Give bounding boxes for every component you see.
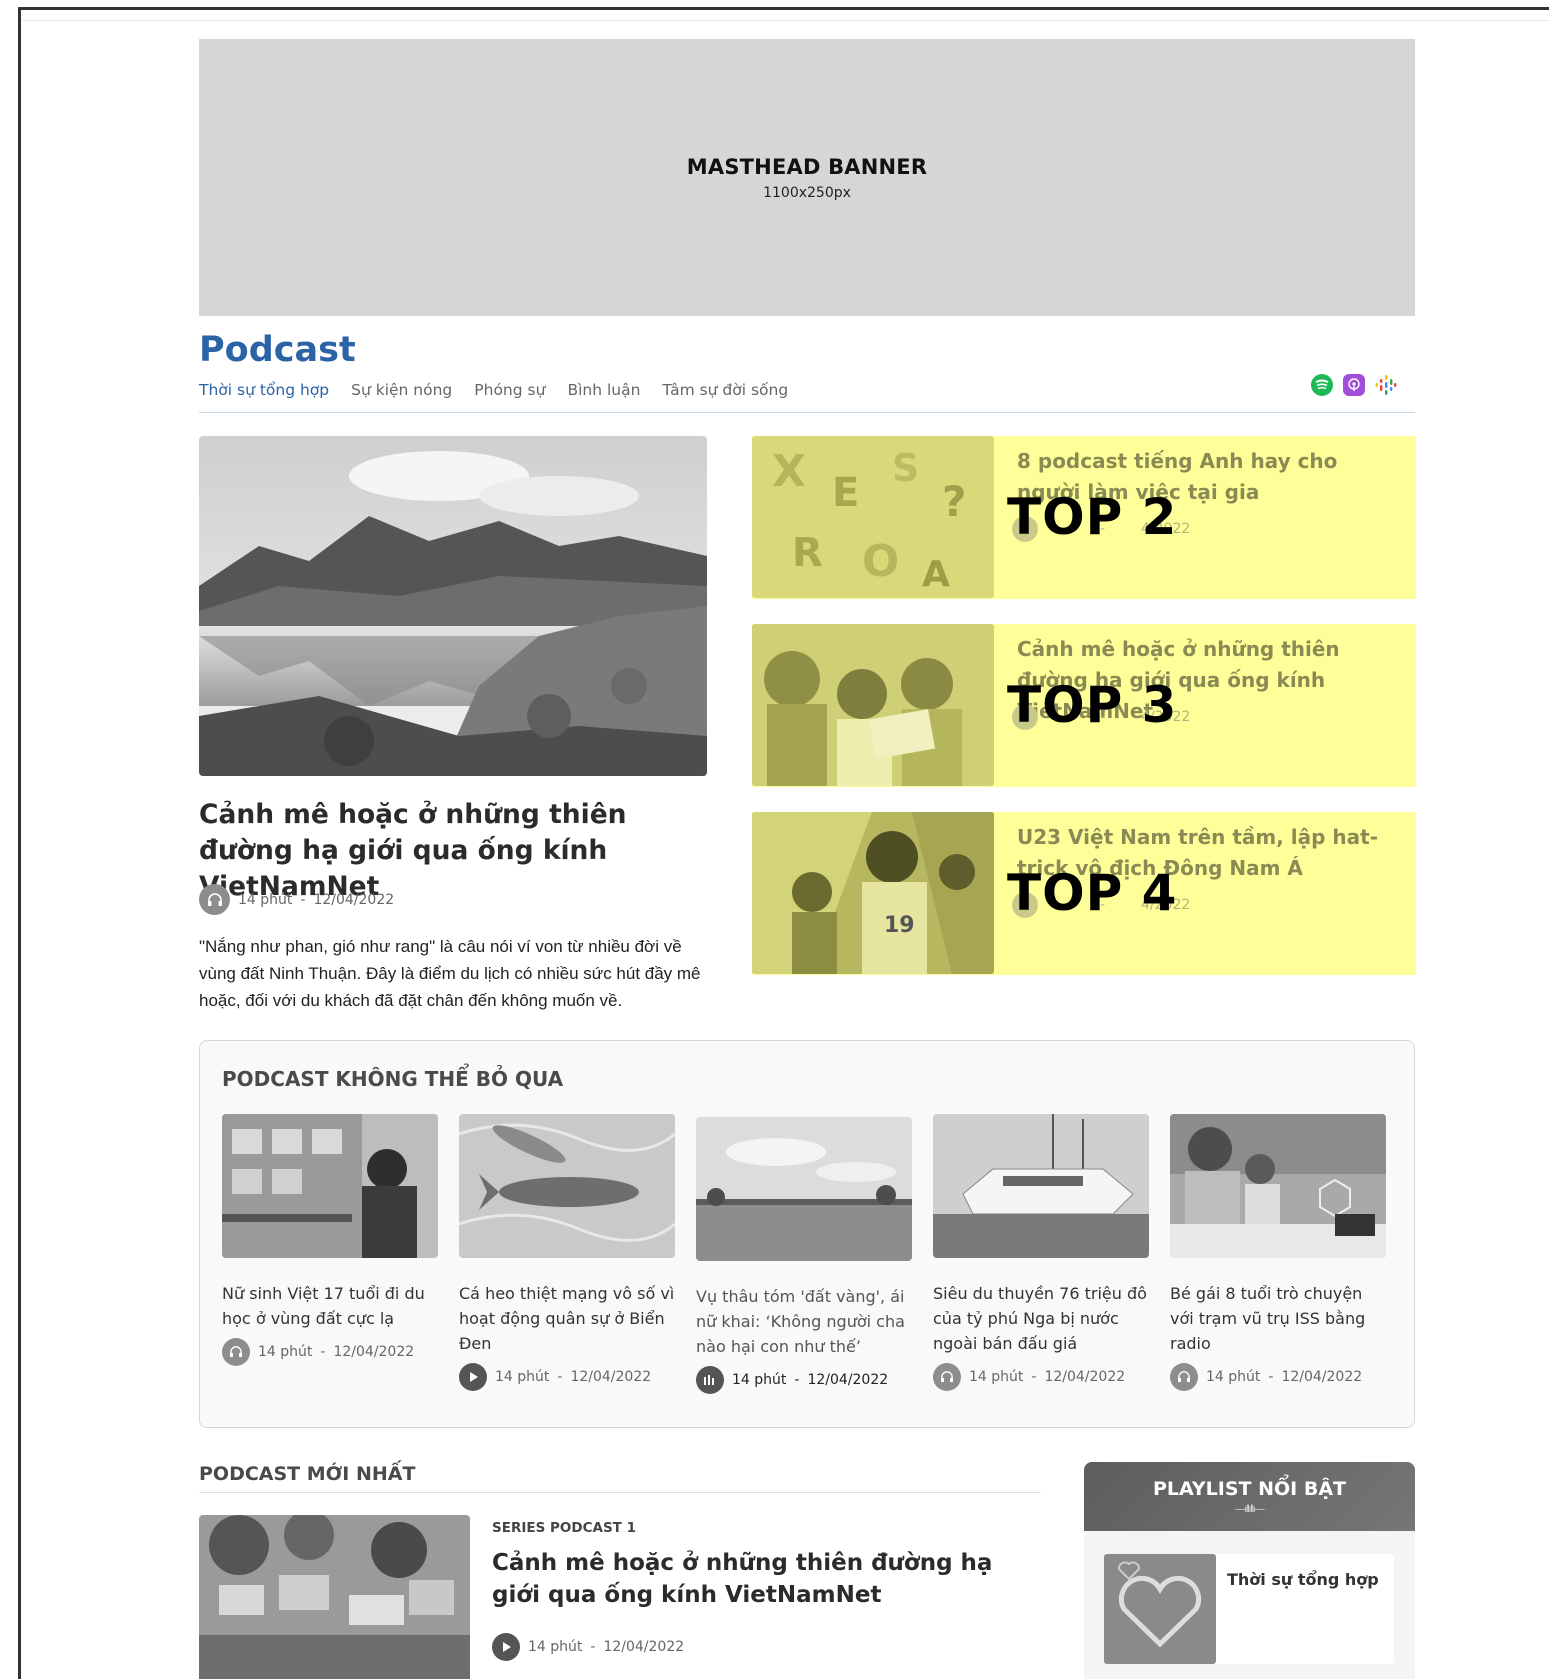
meta-separator: - <box>320 1344 326 1360</box>
headphones-icon[interactable] <box>222 1338 250 1366</box>
frame-top-line <box>21 20 1549 21</box>
svg-text:X: X <box>772 446 806 497</box>
must-listen-item-title[interactable]: Siêu du thuyền 76 triệu đô của tỷ phú Ng… <box>933 1281 1149 1356</box>
meta-separator: - <box>300 891 306 908</box>
hero-description: "Nắng như phan, gió như rang" là câu nói… <box>199 937 701 1010</box>
top-rank-badge: TOP 4 <box>1007 864 1178 922</box>
spotify-icon[interactable] <box>1311 374 1333 396</box>
top-card[interactable]: 19 U23 Việt Nam trên tầm, lập hat-trick … <box>752 812 1416 975</box>
must-listen-title: PODCAST KHÔNG THỂ BỎ QUA <box>222 1067 564 1091</box>
must-listen-item-title[interactable]: Bé gái 8 tuổi trò chuyện với trạm vũ trụ… <box>1170 1281 1386 1356</box>
meta-separator: - <box>794 1372 800 1388</box>
newest-divider <box>199 1492 1041 1493</box>
hero-date: 12/04/2022 <box>313 891 395 908</box>
top-card[interactable]: X E S ? R O A 8 podcast tiếng Anh hay ch… <box>752 436 1416 599</box>
must-listen-item-meta: 14 phút - 12/04/2022 <box>696 1366 912 1394</box>
must-listen-item-meta: 14 phút - 12/04/2022 <box>222 1338 438 1366</box>
playlist-item[interactable]: Thời sự tổng hợp <box>1104 1554 1394 1664</box>
must-listen-thumbnail[interactable] <box>696 1117 912 1261</box>
must-listen-item[interactable]: Nữ sinh Việt 17 tuổi đi du học ở vùng đấ… <box>222 1114 438 1366</box>
newest-series-label[interactable]: SERIES PODCAST 1 <box>492 1520 636 1536</box>
featured-playlist: PLAYLIST NỔI BẬT —ıllıllı— Thời sự tổng … <box>1084 1462 1415 1679</box>
headphones-icon[interactable] <box>1170 1363 1198 1391</box>
top-rank-badge: TOP 2 <box>1007 488 1178 546</box>
playlist-title: PLAYLIST NỔI BẬT <box>1153 1478 1346 1500</box>
nav-item-su-kien-nong[interactable]: Sự kiện nóng <box>351 381 452 399</box>
nav-item-binh-luan[interactable]: Bình luận <box>567 381 640 399</box>
must-listen-section: PODCAST KHÔNG THỂ BỎ QUA Nữ sinh Việt 17… <box>199 1040 1415 1428</box>
must-listen-item[interactable]: Bé gái 8 tuổi trò chuyện với trạm vũ trụ… <box>1170 1114 1386 1391</box>
svg-text:A: A <box>922 554 950 595</box>
must-listen-item-title[interactable]: Nữ sinh Việt 17 tuổi đi du học ở vùng đấ… <box>222 1281 438 1331</box>
playlist-thumbnail[interactable] <box>1104 1554 1216 1664</box>
must-listen-date: 12/04/2022 <box>1044 1369 1126 1385</box>
svg-text:19: 19 <box>884 913 915 938</box>
playlist-item-label[interactable]: Thời sự tổng hợp <box>1227 1570 1379 1589</box>
nav-item-phong-su[interactable]: Phóng sự <box>474 381 545 399</box>
must-listen-item-meta: 14 phút - 12/04/2022 <box>1170 1363 1386 1391</box>
must-listen-item[interactable]: Cá heo thiệt mạng vô số vì hoạt động quâ… <box>459 1114 675 1391</box>
nav-item-thoi-su-tong-hop[interactable]: Thời sự tổng hợp <box>199 381 329 399</box>
top-rank-badge: TOP 3 <box>1007 676 1178 734</box>
newest-headline[interactable]: Cảnh mê hoặc ở những thiên đường hạ giới… <box>492 1547 1032 1611</box>
meta-separator: - <box>590 1639 596 1655</box>
svg-text:?: ? <box>942 477 966 526</box>
category-nav: Thời sự tổng hợp Sự kiện nóng Phóng sự B… <box>199 381 788 399</box>
must-listen-thumbnail[interactable] <box>222 1114 438 1258</box>
svg-text:O: O <box>862 536 899 587</box>
masthead-title: MASTHEAD BANNER <box>686 154 928 179</box>
playlist-header: PLAYLIST NỔI BẬT —ıllıllı— <box>1084 1462 1415 1531</box>
top-card-thumbnail[interactable]: X E S ? R O A <box>752 436 994 598</box>
must-listen-item-title[interactable]: Vụ thâu tóm 'đất vàng', ái nữ khai: ‘Khô… <box>696 1284 912 1359</box>
top-card-thumbnail[interactable] <box>752 624 994 786</box>
newest-section-title: PODCAST MỚI NHẤT <box>199 1463 416 1485</box>
must-listen-date: 12/04/2022 <box>570 1369 652 1385</box>
nav-item-tam-su-doi-song[interactable]: Tâm sự đời sống <box>662 381 788 399</box>
must-listen-thumbnail[interactable] <box>933 1114 1149 1258</box>
must-listen-duration: 14 phút <box>495 1369 550 1385</box>
masthead-banner[interactable]: MASTHEAD BANNER 1100x250px <box>199 39 1415 316</box>
must-listen-date: 12/04/2022 <box>807 1372 889 1388</box>
must-listen-duration: 14 phút <box>1206 1369 1261 1385</box>
apple-podcasts-icon[interactable] <box>1343 374 1365 396</box>
play-icon[interactable] <box>459 1363 487 1391</box>
newest-date: 12/04/2022 <box>603 1639 685 1655</box>
hero-duration: 14 phút <box>238 891 293 908</box>
section-title[interactable]: Podcast <box>199 330 356 370</box>
meta-separator: - <box>1031 1369 1037 1385</box>
svg-text:S: S <box>892 446 919 490</box>
newest-image[interactable] <box>199 1515 470 1679</box>
must-listen-thumbnail[interactable] <box>1170 1114 1386 1258</box>
must-listen-date: 12/04/2022 <box>333 1344 415 1360</box>
audio-bars-icon[interactable] <box>696 1366 724 1394</box>
newest-duration: 14 phút <box>528 1639 583 1655</box>
hero-image[interactable] <box>199 436 707 776</box>
nav-divider <box>199 412 1415 413</box>
must-listen-item-title[interactable]: Cá heo thiệt mạng vô số vì hoạt động quâ… <box>459 1281 675 1356</box>
must-listen-item[interactable]: Vụ thâu tóm 'đất vàng', ái nữ khai: ‘Khô… <box>696 1117 912 1394</box>
svg-text:R: R <box>792 530 823 576</box>
platform-links <box>1311 374 1397 396</box>
must-listen-item-meta: 14 phút - 12/04/2022 <box>933 1363 1149 1391</box>
play-icon[interactable] <box>492 1633 520 1661</box>
must-listen-duration: 14 phút <box>258 1344 313 1360</box>
must-listen-duration: 14 phút <box>969 1369 1024 1385</box>
meta-separator: - <box>557 1369 563 1385</box>
google-podcasts-icon[interactable] <box>1375 374 1397 396</box>
must-listen-thumbnail[interactable] <box>459 1114 675 1258</box>
top-card[interactable]: Cảnh mê hoặc ở những thiên đường hạ giới… <box>752 624 1416 787</box>
headphones-icon[interactable] <box>199 884 230 915</box>
hero-meta: 14 phút - 12/04/2022 <box>199 884 394 915</box>
svg-text:E: E <box>832 470 859 516</box>
top-card-thumbnail[interactable]: 19 <box>752 812 994 974</box>
meta-separator: - <box>1268 1369 1274 1385</box>
masthead-size: 1100x250px <box>763 184 851 201</box>
headphones-icon[interactable] <box>933 1363 961 1391</box>
newest-meta: 14 phút - 12/04/2022 <box>492 1633 684 1661</box>
must-listen-date: 12/04/2022 <box>1281 1369 1363 1385</box>
must-listen-item-meta: 14 phút - 12/04/2022 <box>459 1363 675 1391</box>
must-listen-item[interactable]: Siêu du thuyền 76 triệu đô của tỷ phú Ng… <box>933 1114 1149 1391</box>
sound-wave-icon: —ıllıllı— <box>1235 1504 1264 1515</box>
must-listen-duration: 14 phút <box>732 1372 787 1388</box>
